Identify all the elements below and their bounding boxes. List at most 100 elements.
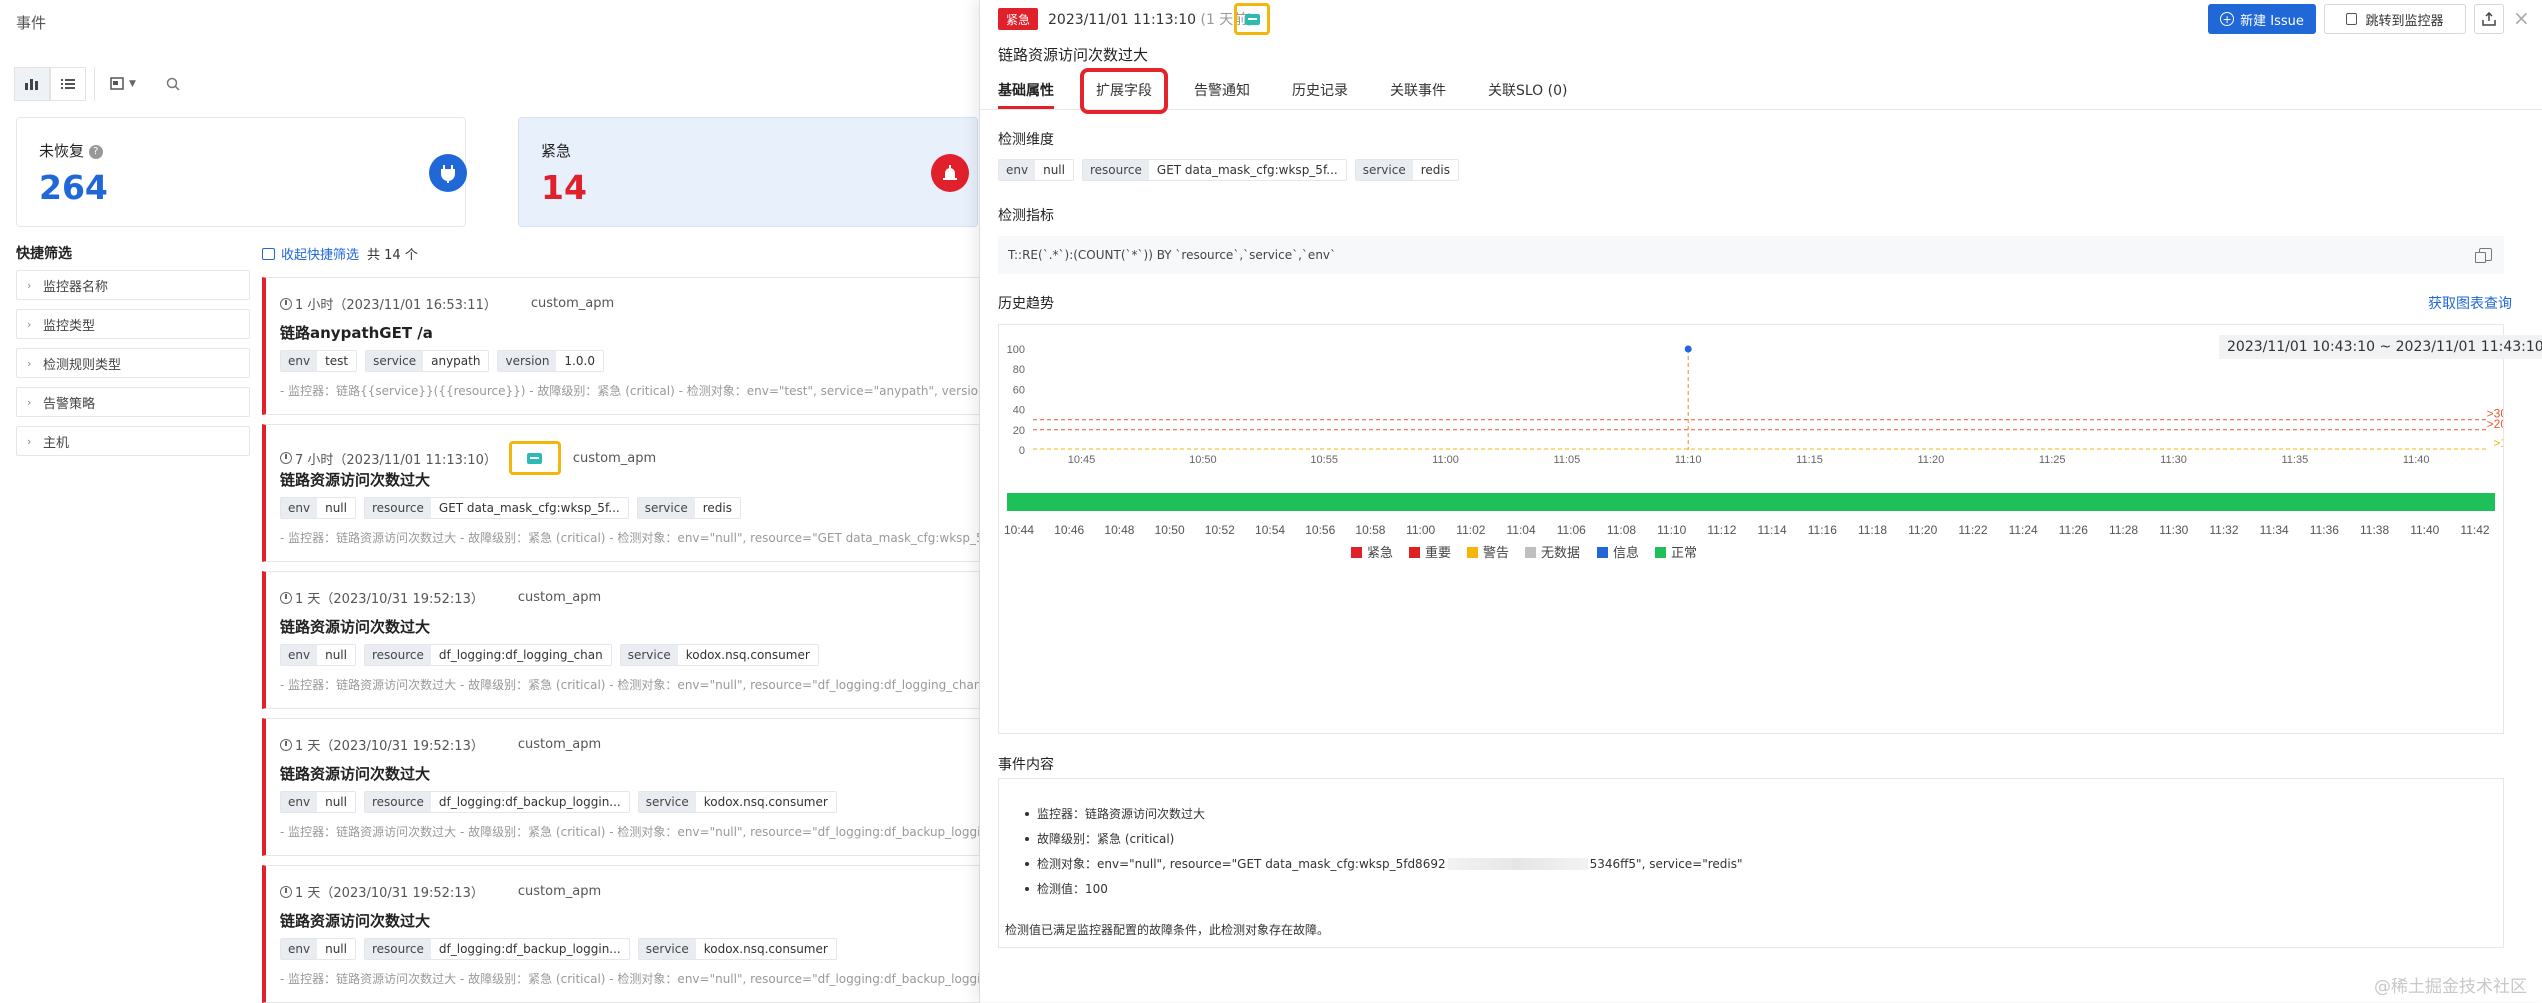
unrecovered-label: 未恢复 ? <box>39 140 103 161</box>
history-trend-chart: 2023/11/01 10:43:10 ~ 2023/11/01 11:43:1… <box>998 324 2542 734</box>
status-tick-label: 11:12 <box>1707 523 1736 537</box>
status-tick-label: 10:58 <box>1355 523 1385 537</box>
status-tick-label: 10:56 <box>1305 523 1335 537</box>
tab-history[interactable]: 历史记录 <box>1292 80 1348 100</box>
status-tick-label: 10:54 <box>1255 523 1285 537</box>
legend-label: 正常 <box>1671 546 1697 561</box>
tag: resource df_logging:df_backup_loggin... <box>363 791 630 813</box>
status-tick-label: 11:00 <box>1406 523 1435 537</box>
tab-related-events[interactable]: 关联事件 <box>1390 80 1446 100</box>
dimension-title: 检测维度 <box>998 132 1054 148</box>
filter-host[interactable]: › 主机 <box>16 426 250 456</box>
content-value: 检测值：100 <box>1025 880 1108 897</box>
status-tick-label: 11:04 <box>1506 523 1535 537</box>
event-source: custom_apm <box>530 296 615 311</box>
message-highlight[interactable] <box>1234 3 1270 35</box>
clock-icon <box>280 297 292 310</box>
critical-card[interactable]: 紧急 14 <box>518 117 978 227</box>
status-tick-label: 11:42 <box>2460 523 2489 537</box>
collapse-filter-link[interactable]: 收起快捷筛选 <box>281 244 359 263</box>
x-tick-label: 11:00 <box>1432 454 1459 466</box>
filter-monitor-type[interactable]: › 监控类型 <box>16 309 250 339</box>
bar-chart-icon <box>25 79 38 90</box>
list-icon <box>61 79 75 89</box>
filter-monitor-name[interactable]: › 监控器名称 <box>16 270 250 300</box>
legend-label: 信息 <box>1613 545 1639 561</box>
tag: resource GET data_mask_cfg:wksp_5f... <box>363 497 629 519</box>
new-issue-button[interactable]: + 新建 Issue <box>2208 4 2316 34</box>
y-tick-label: 80 <box>1013 364 1025 376</box>
trend-chart-svg: 0 20 40 60 80 100 10:45 10:50 10:55 11:00 11:05 11:… <box>1004 344 2503 561</box>
status-tick-label: 10:50 <box>1155 523 1185 537</box>
filter-dropdown-button[interactable]: ▼ <box>103 67 143 101</box>
tag: service kodox.nsq.consumer <box>619 644 819 666</box>
collapse-icon <box>262 247 275 260</box>
event-title: 链路anypathGET /a <box>280 324 433 342</box>
filter-alert-policy[interactable]: › 告警策略 <box>16 387 250 417</box>
y-tick-label: 100 <box>1007 344 1025 356</box>
tag: env null <box>280 644 356 666</box>
event-list-pane: 事件 ▼ 未恢复 ? 264 紧急 14 快捷筛选 › 监控器名称 › 监控类型 ›… <box>0 0 980 1003</box>
query-text: T::RE(`.*`):(COUNT(`*`)) BY `resource`,`… <box>1008 248 1337 262</box>
tab-basic-attributes[interactable]: 基础属性 <box>998 80 1054 100</box>
tag: resource df_logging:df_backup_loggin... <box>363 938 630 960</box>
alarm-icon <box>931 154 969 192</box>
tag: service redis <box>636 497 741 519</box>
message-highlight[interactable] <box>508 441 561 475</box>
tag: env null <box>280 938 356 960</box>
x-tick-label: 10:55 <box>1310 454 1338 466</box>
tab-related-slo[interactable]: 关联SLO (0) <box>1488 80 1568 100</box>
unrecovered-card[interactable]: 未恢复 ? 264 <box>16 117 467 227</box>
event-content-box: 监控器：链路资源访问次数过大 故障级别：紧急 (critical) 检测对象：e… <box>998 778 2504 948</box>
status-tick-label: 10:44 <box>1004 523 1034 537</box>
event-description: - 监控器：链路资源访问次数过大 - 故障级别：紧急 (critical) - … <box>280 678 980 692</box>
chevron-right-icon: › <box>27 434 32 448</box>
legend-label: 紧急 <box>1367 546 1393 561</box>
legend-label: 无数据 <box>1541 546 1580 561</box>
event-card[interactable]: 1 小时（2023/11/01 16:53:11） custom_apm 链路an… <box>262 277 980 415</box>
threshold-label: >20 <box>2487 417 2503 431</box>
goto-monitor-button[interactable]: 跳转到监控器 <box>2324 4 2466 34</box>
collapse-filter-row: 收起快捷筛选 共 14 个 <box>262 244 418 263</box>
x-tick-label: 11:30 <box>2160 454 2187 466</box>
copy-icon[interactable] <box>2475 248 2492 263</box>
event-time: 1 天（2023/10/31 19:52:13） <box>295 886 484 901</box>
export-button[interactable] <box>2474 4 2504 34</box>
event-card[interactable]: 1 天（2023/10/31 19:52:13） custom_apm 链路资源访… <box>262 718 980 856</box>
event-description: - 监控器：链路资源访问次数过大 - 故障级别：紧急 (critical) - … <box>280 531 980 545</box>
event-title: 链路资源访问次数过大 <box>280 471 431 489</box>
severity-badge: 紧急 <box>998 8 1039 30</box>
event-title: 链路资源访问次数过大 <box>280 765 431 783</box>
monitor-icon <box>2346 13 2358 25</box>
event-card[interactable]: 7 小时（2023/11/01 11:13:10） custom_apm 链路资… <box>262 424 980 562</box>
content-footer: 检测值已满足监控器配置的故障条件，此检测对象存在故障。 <box>1005 923 1330 937</box>
legend-swatch <box>1409 547 1420 558</box>
total-count: 共 14 个 <box>367 248 418 263</box>
status-tick-label: 11:18 <box>1858 523 1887 537</box>
x-tick-label: 11:25 <box>2039 454 2066 466</box>
legend-label: 重要 <box>1425 545 1451 561</box>
content-object: 检测对象：env="null", resource="GET data_mask… <box>1025 855 1743 872</box>
status-tick-label: 11:08 <box>1607 523 1636 537</box>
export-icon <box>2482 12 2496 26</box>
filter-icon <box>110 77 124 90</box>
status-tick-label: 11:26 <box>2059 523 2088 537</box>
y-tick-label: 60 <box>1013 384 1025 396</box>
status-bar <box>1007 493 2495 511</box>
search-input[interactable] <box>188 76 888 92</box>
filter-rule-type[interactable]: › 检测规则类型 <box>16 348 250 378</box>
detail-title: 链路资源访问次数过大 <box>998 46 1149 64</box>
tab-alert-notification[interactable]: 告警通知 <box>1194 80 1250 100</box>
event-tags: env null resource df_logging:df_backup_log… <box>280 791 845 813</box>
x-tick-label: 11:10 <box>1675 454 1702 466</box>
list-view-button[interactable] <box>50 67 86 101</box>
status-tick-label: 11:20 <box>1908 523 1937 537</box>
event-card[interactable]: 1 天（2023/10/31 19:52:13） custom_apm 链路资源访… <box>262 865 980 1003</box>
get-chart-query-link[interactable]: 获取图表查询 <box>2428 293 2512 313</box>
chart-view-button[interactable] <box>14 67 50 101</box>
chevron-down-icon: ▼ <box>129 79 136 89</box>
event-description: - 监控器：链路资源访问次数过大 - 故障级别：紧急 (critical) - … <box>280 972 980 986</box>
unrecovered-count: 264 <box>39 168 108 207</box>
close-icon[interactable]: × <box>2513 6 2530 30</box>
event-card[interactable]: 1 天（2023/10/31 19:52:13） custom_apm 链路资源访… <box>262 571 980 709</box>
